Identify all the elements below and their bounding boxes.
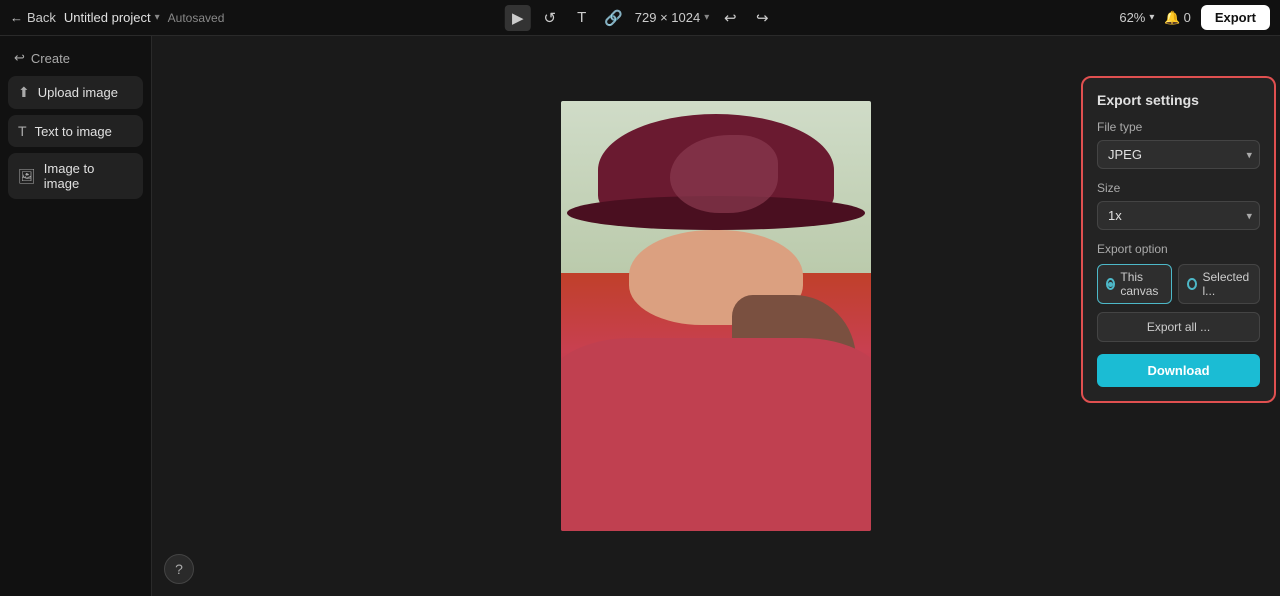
toolbar-icons-right: ↩ ↪ [717,5,775,31]
topbar-left: ← Back Untitled project ▾ Autosaved [10,10,224,25]
sidebar: ↩ Create ⬆ Upload image T Text to image … [0,36,152,596]
link-icon[interactable]: 🔗 [601,5,627,31]
text-icon[interactable]: T [569,5,595,31]
text-icon: T [18,123,27,139]
help-button[interactable]: ? [164,554,194,584]
create-label: ↩ Create [8,46,143,70]
export-option-label: Export option [1097,242,1260,256]
file-type-select[interactable]: JPEG PNG WebP [1097,140,1260,169]
sidebar-item-upload-image[interactable]: ⬆ Upload image [8,76,143,109]
radio-selected[interactable]: Selected l... [1178,264,1260,304]
bell-icon: 🔔 [1164,10,1180,26]
size-label: Size [1097,181,1260,195]
autosaved-label: Autosaved [168,11,225,25]
upload-icon: ⬆ [18,84,30,101]
export-all-button[interactable]: Export all ... [1097,312,1260,342]
undo-icon[interactable]: ↩ [717,5,743,31]
chevron-down-icon: ▾ [155,12,160,23]
back-arrow-icon: ← [10,10,23,25]
radio-this-canvas-label: This canvas [1120,270,1163,298]
zoom-button[interactable]: 62% ▾ [1119,10,1154,25]
redo-icon[interactable]: ↪ [749,5,775,31]
topbar-center: ▶ ↺ T 🔗 729 × 1024 ▾ ↩ ↪ [505,5,775,31]
topbar-right: 62% ▾ 🔔 0 Export [1119,5,1270,30]
radio-dot-filled [1106,278,1115,290]
topbar: ← Back Untitled project ▾ Autosaved ▶ ↺ … [0,0,1280,36]
radio-selected-label: Selected l... [1202,270,1251,298]
radio-group: This canvas Selected l... [1097,264,1260,304]
size-select-wrapper: 1x 2x 3x ▾ [1097,201,1260,230]
image-icon: 🖼 [18,168,36,185]
sidebar-item-image-to-image[interactable]: 🖼 Image to image [8,153,143,199]
back-label: Back [27,10,56,25]
play-icon[interactable]: ▶ [505,5,531,31]
canvas-size-label: 729 × 1024 [635,10,700,25]
toolbar-icons: ▶ ↺ T 🔗 [505,5,627,31]
chevron-down-icon: ▾ [704,12,709,23]
project-name[interactable]: Untitled project ▾ [64,10,160,25]
file-type-select-wrapper: JPEG PNG WebP ▾ [1097,140,1260,169]
main-layout: ↩ Create ⬆ Upload image T Text to image … [0,36,1280,596]
refresh-icon[interactable]: ↺ [537,5,563,31]
sidebar-item-text-to-image[interactable]: T Text to image [8,115,143,147]
chevron-down-icon: ▾ [1149,12,1154,23]
body [561,338,871,532]
radio-dot-empty [1187,278,1197,290]
hat-leaves [670,135,779,212]
download-button[interactable]: Download [1097,354,1260,387]
export-panel: Export settings File type JPEG PNG WebP … [1081,76,1276,403]
canvas-area: Export settings File type JPEG PNG WebP … [152,36,1280,596]
canvas-size-button[interactable]: 729 × 1024 ▾ [635,10,709,25]
radio-this-canvas[interactable]: This canvas [1097,264,1172,304]
help-icon: ? [175,561,183,577]
file-type-label: File type [1097,120,1260,134]
notif-count: 0 [1184,10,1191,25]
notification-button[interactable]: 🔔 0 [1164,10,1190,26]
create-icon: ↩ [14,50,25,66]
size-select[interactable]: 1x 2x 3x [1097,201,1260,230]
canvas-image [561,101,871,531]
export-panel-title: Export settings [1097,92,1260,108]
back-button[interactable]: ← Back [10,10,56,25]
export-button[interactable]: Export [1201,5,1270,30]
zoom-level: 62% [1119,10,1145,25]
